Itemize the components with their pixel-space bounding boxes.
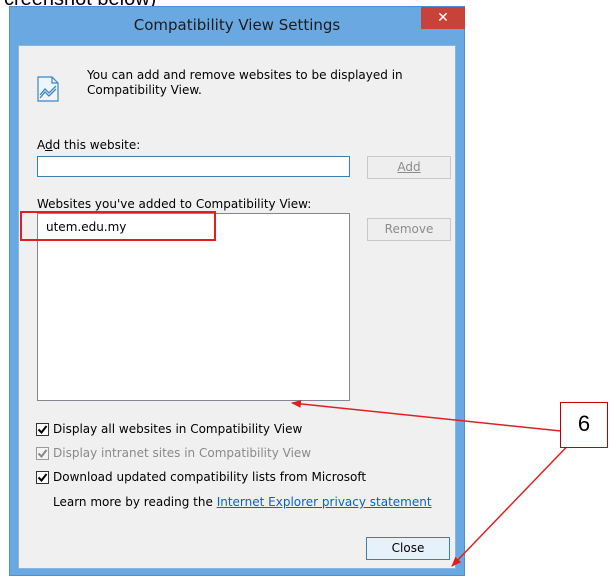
arrow-to-close-button	[451, 432, 581, 567]
annotation-arrows	[291, 399, 581, 567]
step-number-label: 6	[560, 402, 608, 448]
arrow-to-display-all-option	[291, 399, 581, 434]
